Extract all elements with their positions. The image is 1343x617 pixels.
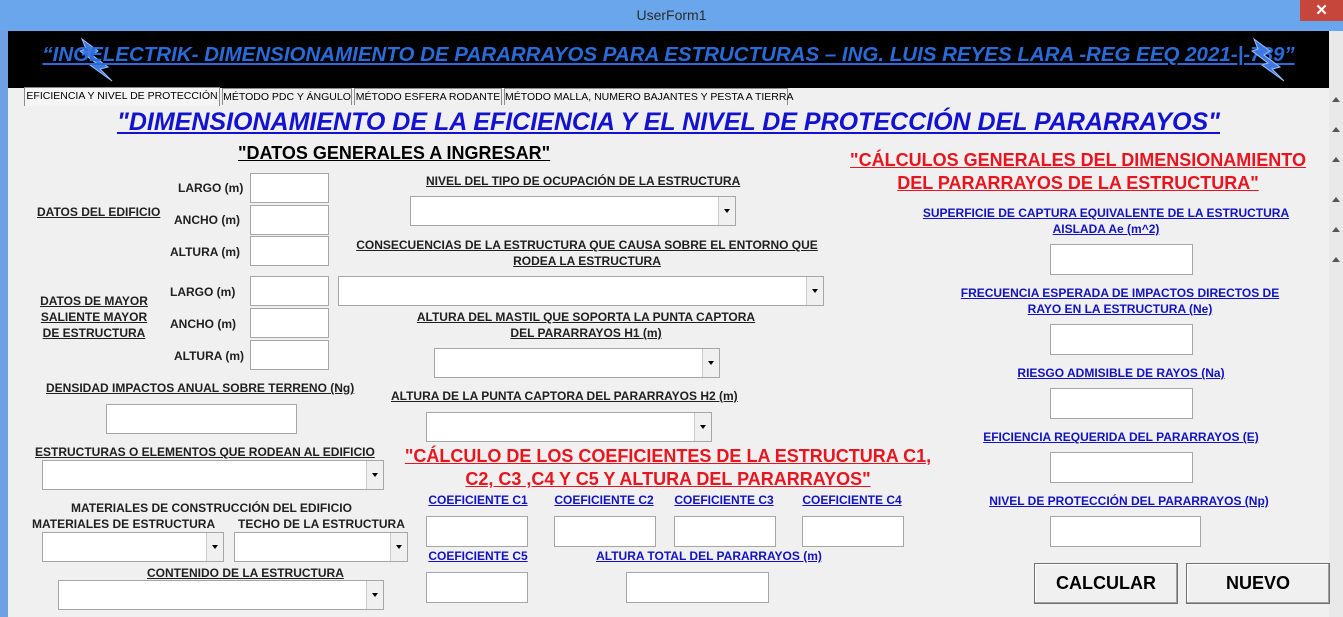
coeficientes-heading: "CÁLCULO DE LOS COEFICIENTES DE LA ESTRU…	[404, 446, 932, 489]
lightning-bolt-icon	[1250, 37, 1285, 82]
coef-c3-label: COEFICIENTE C3	[674, 493, 774, 507]
chevron-down-icon[interactable]	[206, 533, 223, 561]
scroll-up-icon[interactable]	[1332, 127, 1340, 132]
scroll-up-icon[interactable]	[1332, 97, 1340, 102]
altura-label: ALTURA (m)	[170, 245, 240, 259]
techo-label: TECHO DE LA ESTRUCTURA	[238, 517, 405, 531]
chevron-down-icon[interactable]	[694, 413, 711, 441]
saliente-largo-input[interactable]	[250, 276, 329, 306]
saliente-ancho-input[interactable]	[250, 308, 329, 338]
densidad-label: DENSIDAD IMPACTOS ANUAL SOBRE TERRENO (N…	[46, 381, 355, 395]
estructuras-rodean-dropdown[interactable]	[42, 460, 384, 490]
altura-total-output[interactable]	[626, 572, 769, 603]
altura-mastil-label: ALTURA DEL MASTIL QUE SOPORTA LA PUNTA C…	[416, 310, 756, 340]
datos-generales-heading: "DATOS GENERALES A INGRESAR"	[238, 143, 551, 163]
riesgo-output[interactable]	[1050, 388, 1193, 419]
superficie-output[interactable]	[1050, 244, 1193, 275]
close-button[interactable]: ✕	[1300, 0, 1343, 21]
window: UserForm1 ✕ “INGELECTRIK- DIMENSIONAMIEN…	[0, 0, 1343, 617]
nivel-proteccion-output[interactable]	[1050, 516, 1201, 547]
edificio-ancho-input[interactable]	[250, 205, 329, 235]
consecuencias-dropdown[interactable]	[338, 276, 824, 306]
saliente-altura-input[interactable]	[250, 340, 329, 370]
edificio-altura-input[interactable]	[250, 236, 329, 266]
chevron-down-icon[interactable]	[366, 461, 383, 489]
frecuencia-label: FRECUENCIA ESPERADA DE IMPACTOS DIRECTOS…	[960, 286, 1280, 316]
ancho-label: ANCHO (m)	[174, 213, 240, 227]
largo-label: LARGO (m)	[178, 181, 244, 195]
tab-eficiencia[interactable]: EFICIENCIA Y NIVEL DE PROTECCIÓN	[24, 87, 220, 106]
scroll-up-icon[interactable]	[1332, 197, 1340, 202]
coef-c2-output[interactable]	[554, 516, 656, 547]
altura-punta-dropdown[interactable]	[426, 412, 712, 442]
scroll-up-icon[interactable]	[1332, 157, 1340, 162]
riesgo-label: RIESGO ADMISIBLE DE RAYOS (Na)	[1017, 366, 1225, 380]
banner-title: “INGELECTRIK- DIMENSIONAMIENTO DE PARARR…	[42, 43, 1295, 66]
coef-c1-output[interactable]	[426, 516, 528, 547]
tab-metodo-pdc[interactable]: MÉTODO PDC Y ÁNGULO	[222, 88, 352, 105]
materiales-estructura-label: MATERIALES DE ESTRUCTURA	[32, 517, 216, 531]
vertical-scrollbar[interactable]	[1329, 31, 1343, 617]
materiales-estructura-dropdown[interactable]	[42, 532, 224, 562]
frecuencia-output[interactable]	[1050, 324, 1193, 355]
chevron-down-icon[interactable]	[366, 581, 383, 609]
nivel-ocupacion-label: NIVEL DEL TIPO DE OCUPACIÓN DE LA ESTRUC…	[426, 174, 741, 188]
chevron-down-icon[interactable]	[718, 197, 735, 225]
scroll-up-icon[interactable]	[1332, 227, 1340, 232]
coef-c4-output[interactable]	[802, 516, 904, 547]
contenido-label: CONTENIDO DE LA ESTRUCTURA	[147, 566, 344, 580]
coef-c3-output[interactable]	[674, 516, 776, 547]
calculos-heading: "CÁLCULOS GENERALES DEL DIMENSIONAMIENTO…	[850, 150, 1306, 193]
header-banner: “INGELECTRIK- DIMENSIONAMIENTO DE PARARR…	[8, 31, 1329, 88]
eficiencia-output[interactable]	[1050, 452, 1193, 483]
form-client-area: “INGELECTRIK- DIMENSIONAMIENTO DE PARARR…	[8, 31, 1330, 617]
nuevo-button[interactable]: NUEVO	[1186, 563, 1330, 604]
altura-label: ALTURA (m)	[174, 349, 244, 363]
calcular-button[interactable]: CALCULAR	[1034, 563, 1178, 604]
techo-dropdown[interactable]	[234, 532, 408, 562]
title-bar: UserForm1 ✕	[0, 0, 1343, 31]
largo-label: LARGO (m)	[170, 285, 236, 299]
scroll-up-icon[interactable]	[1332, 257, 1340, 262]
window-title: UserForm1	[636, 7, 707, 23]
coef-c5-output[interactable]	[426, 572, 528, 603]
edificio-largo-input[interactable]	[250, 173, 329, 203]
superficie-label: SUPERFICIE DE CAPTURA EQUIVALENTE DE LA …	[922, 206, 1290, 236]
datos-edificio-label: DATOS DEL EDIFICIO	[37, 205, 161, 219]
coef-c5-label: COEFICIENTE C5	[428, 549, 528, 563]
contenido-dropdown[interactable]	[58, 580, 384, 610]
coef-c2-label: COEFICIENTE C2	[554, 493, 654, 507]
coef-c4-label: COEFICIENTE C4	[802, 493, 902, 507]
eficiencia-label: EFICIENCIA REQUERIDA DEL PARARRAYOS (E)	[983, 430, 1259, 444]
altura-mastil-dropdown[interactable]	[434, 348, 720, 378]
coef-c1-label: COEFICIENTE C1	[428, 493, 528, 507]
estructuras-rodean-label: ESTRUCTURAS O ELEMENTOS QUE RODEAN AL ED…	[35, 445, 375, 459]
chevron-down-icon[interactable]	[806, 277, 823, 305]
ancho-label: ANCHO (m)	[170, 317, 236, 331]
chevron-down-icon[interactable]	[390, 533, 407, 561]
tab-malla[interactable]: MÉTODO MALLA, NUMERO BAJANTES Y PESTA A …	[504, 88, 793, 105]
tab-esfera-rodante[interactable]: MÉTODO ESFERA RODANTE	[354, 88, 502, 105]
chevron-down-icon[interactable]	[702, 349, 719, 377]
nivel-proteccion-label: NIVEL DE PROTECCIÓN DEL PARARRAYOS (Np)	[989, 494, 1269, 508]
altura-total-label: ALTURA TOTAL DEL PARARRAYOS (m)	[596, 549, 822, 563]
datos-saliente-label: DATOS DE MAYOR SALIENTE MAYOR DE ESTRUCT…	[40, 294, 148, 340]
materiales-heading: MATERIALES DE CONSTRUCCIÓN DEL EDIFICIO	[71, 501, 352, 515]
page-title: "DIMENSIONAMIENTO DE LA EFICIENCIA Y EL …	[116, 108, 1220, 136]
consecuencias-label: CONSECUENCIAS DE LA ESTRUCTURA QUE CAUSA…	[356, 238, 818, 268]
densidad-input[interactable]	[106, 404, 297, 434]
altura-punta-label: ALTURA DE LA PUNTA CAPTORA DEL PARARRAYO…	[391, 389, 738, 403]
nivel-ocupacion-dropdown[interactable]	[410, 196, 736, 226]
